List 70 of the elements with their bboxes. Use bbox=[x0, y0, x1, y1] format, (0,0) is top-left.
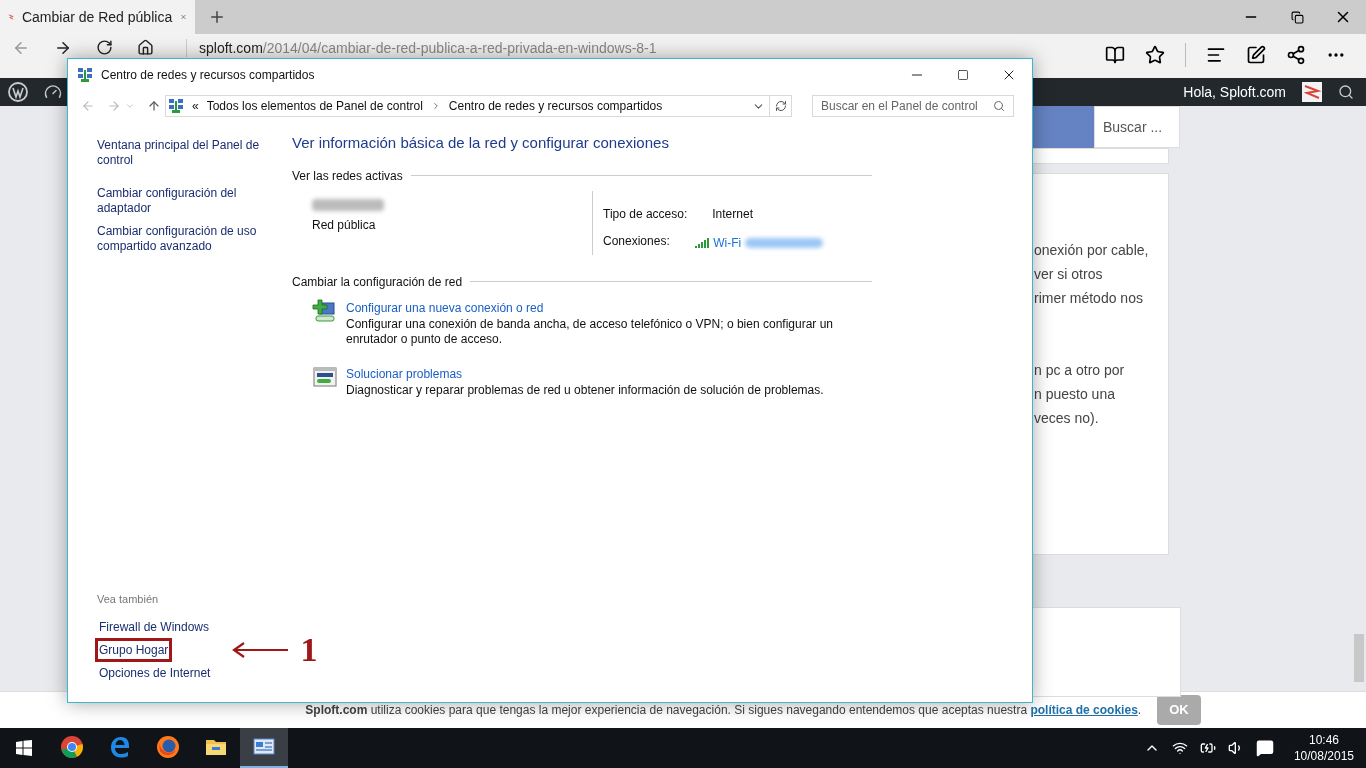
taskbar-app[interactable] bbox=[240, 728, 288, 768]
wordpress-logo-icon[interactable] bbox=[8, 82, 28, 102]
sidebar-link[interactable]: Cambiar configuración de uso compartido avanzado bbox=[97, 224, 273, 254]
restore-icon[interactable] bbox=[1290, 10, 1304, 24]
clock[interactable]: 10:46 10/08/2015 bbox=[1293, 732, 1354, 764]
star-icon[interactable] bbox=[1145, 45, 1165, 65]
windows-logo-icon[interactable] bbox=[16, 740, 32, 756]
task-link[interactable]: Configurar una nueva conexión o red bbox=[346, 298, 856, 317]
article-text: n puesto una bbox=[1033, 385, 1116, 404]
address-field[interactable]: « Todos los elementos de Panel de control Centro de redes y recursos compartidos bbox=[165, 95, 770, 117]
admin-greeting[interactable]: Hola, Sploft.com bbox=[1183, 81, 1286, 103]
see-also-heading: Vea también bbox=[97, 591, 160, 607]
sidebar-link[interactable]: Cambiar configuración del adaptador bbox=[97, 186, 273, 216]
signal-bars-icon bbox=[695, 238, 710, 248]
page-heading: Ver información básica de la red y configurar conexiones bbox=[292, 133, 670, 153]
see-also-link[interactable]: Grupo Hogar bbox=[95, 637, 173, 662]
scrollbar-thumb[interactable] bbox=[1354, 634, 1364, 682]
reading-view-icon[interactable] bbox=[1105, 45, 1125, 65]
notifications-icon[interactable] bbox=[1255, 739, 1274, 757]
fox-globe-icon bbox=[156, 735, 180, 759]
refresh-icon[interactable] bbox=[774, 100, 787, 112]
refresh-icon[interactable] bbox=[96, 39, 113, 56]
cookie-policy-link[interactable]: política de cookies bbox=[1030, 703, 1138, 717]
section-title: Ver las redes activas bbox=[292, 167, 403, 185]
e-logo-icon bbox=[108, 735, 132, 759]
article-text: veces no). bbox=[1033, 409, 1100, 428]
access-label: Tipo de acceso: bbox=[603, 205, 688, 223]
search-field[interactable]: Buscar en el Panel de control bbox=[812, 95, 1014, 117]
note-icon[interactable] bbox=[1246, 45, 1266, 65]
chrome-icon bbox=[60, 735, 84, 759]
blog-search-field[interactable]: Buscar ... bbox=[1094, 106, 1180, 148]
annotation-number: 1 bbox=[300, 634, 318, 665]
share-icon[interactable] bbox=[1286, 45, 1306, 65]
task-description: Diagnosticar y reparar problemas de red u obtener información de solución de problemas. bbox=[346, 382, 824, 398]
access-value: Internet bbox=[712, 205, 754, 223]
task-link[interactable]: Solucionar problemas bbox=[346, 364, 824, 383]
sidebar-link[interactable]: Ventana principal del Panel de control bbox=[97, 138, 273, 168]
battery-icon[interactable] bbox=[1199, 740, 1216, 756]
browser-tab[interactable]: Cambiar de Red pública bbox=[0, 0, 195, 34]
new-connection-icon bbox=[312, 298, 338, 325]
home-icon[interactable] bbox=[137, 39, 154, 56]
maximize-icon[interactable] bbox=[957, 69, 969, 81]
annotation-arrow bbox=[232, 641, 289, 658]
hub-icon[interactable] bbox=[1206, 45, 1226, 65]
gauge-icon[interactable] bbox=[44, 83, 62, 101]
window-title: Centro de redes y recursos compartidos bbox=[101, 67, 315, 84]
connection-link[interactable]: Wi-Fi bbox=[713, 234, 742, 252]
network-icon bbox=[168, 98, 184, 114]
article-text: n pc a otro por bbox=[1033, 361, 1126, 380]
up-icon[interactable] bbox=[147, 99, 161, 113]
network-icon bbox=[77, 67, 93, 83]
new-tab-icon[interactable] bbox=[208, 8, 226, 26]
section-title: Cambiar la configuración de red bbox=[292, 273, 463, 291]
forward-icon[interactable] bbox=[54, 39, 72, 57]
search-icon[interactable] bbox=[1338, 84, 1354, 100]
article-text: onexión por cable, bbox=[1033, 241, 1150, 260]
avatar-icon bbox=[1302, 82, 1322, 102]
wifi-icon[interactable] bbox=[1171, 740, 1188, 756]
see-also-link[interactable]: Firewall de Windows bbox=[95, 614, 214, 639]
task-description: Configurar una conexión de banda ancha, de acceso telefónico o VPN; o bien configurar un enrutador o punto de acceso. bbox=[346, 316, 834, 347]
search-icon bbox=[993, 100, 1005, 112]
network-type[interactable]: Red pública bbox=[312, 215, 592, 234]
cookie-notice: Sploft.com utiliza cookies para que tengas la mejor experiencia de navegación. Si sigues navegando entendemos que aceptas nuestra política de cookies. bbox=[305, 702, 1142, 719]
article-text: ver si otros bbox=[1033, 265, 1104, 284]
address-field[interactable]: sploft.com/2014/04/cambiar-de-red-publica-a-red-privada-en-windows-8-1 bbox=[186, 39, 657, 57]
see-also-link[interactable]: Opciones de Internet bbox=[95, 660, 215, 685]
tab-title: Cambiar de Red pública bbox=[21, 7, 173, 27]
blurred-network-name bbox=[312, 198, 384, 211]
connections-label: Conexiones: bbox=[603, 232, 671, 250]
article-text: rimer método nos bbox=[1033, 289, 1144, 308]
